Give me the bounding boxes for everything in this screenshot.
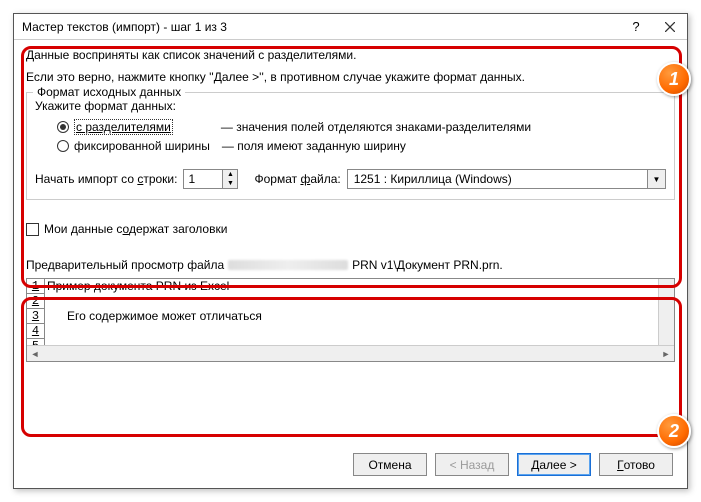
file-format-label: Формат файла: — [254, 172, 340, 186]
radio-fixed-label: фиксированной ширины — [74, 139, 210, 153]
close-button[interactable] — [653, 14, 687, 40]
info-line-2: Если это верно, нажмите кнопку ''Далее >… — [26, 70, 675, 84]
format-prompt: Укажите формат данных: — [35, 99, 666, 113]
window-title: Мастер текстов (импорт) - шаг 1 из 3 — [22, 20, 619, 34]
info-line-1: Данные восприняты как список значений с … — [26, 48, 675, 62]
headers-label: Мои данные содержат заголовки — [44, 222, 227, 236]
preview-label: Предварительный просмотр файла PRN v1\До… — [26, 258, 675, 272]
vertical-scrollbar[interactable] — [658, 279, 674, 345]
radio-fixed-desc: — поля имеют заданную ширину — [222, 139, 406, 153]
source-format-group: Формат исходных данных Укажите формат да… — [26, 92, 675, 200]
radio-delimited-label: с разделителями — [76, 120, 171, 134]
start-row-spinner[interactable]: ▲▼ — [183, 169, 238, 189]
preview-text: Пример документа PRN из Excel Его содерж… — [45, 279, 262, 345]
horizontal-scrollbar[interactable]: ◄► — [27, 345, 674, 361]
file-format-value: 1251 : Кириллица (Windows) — [348, 172, 647, 186]
preview-line-numbers: 12345 — [27, 279, 45, 345]
group-title: Формат исходных данных — [33, 85, 185, 99]
preview-box: 12345 Пример документа PRN из Excel Его … — [26, 278, 675, 362]
next-button[interactable]: Далее > — [517, 453, 591, 476]
annotation-badge-1: 1 — [657, 62, 691, 96]
cancel-button[interactable]: Отмена — [353, 453, 427, 476]
file-format-combo[interactable]: 1251 : Кириллица (Windows) ▼ — [347, 169, 666, 189]
chevron-down-icon: ▼ — [647, 170, 665, 188]
radio-delimited-desc: — значения полей отделяются знаками-разд… — [221, 120, 531, 134]
blurred-path — [228, 260, 348, 270]
start-row-label: Начать импорт со строки: — [35, 172, 177, 186]
close-icon — [665, 22, 675, 32]
help-button[interactable]: ? — [619, 14, 653, 40]
radio-icon — [57, 140, 69, 152]
checkbox-icon — [26, 223, 39, 236]
spin-up[interactable]: ▲ — [223, 170, 237, 179]
radio-fixed-width[interactable]: фиксированной ширины — поля имеют заданн… — [57, 136, 666, 155]
titlebar: Мастер текстов (импорт) - шаг 1 из 3 ? — [14, 14, 687, 40]
back-button: < Назад — [435, 453, 509, 476]
finish-button[interactable]: Готово — [599, 453, 673, 476]
start-row-input[interactable] — [184, 170, 222, 188]
annotation-badge-2: 2 — [657, 414, 691, 448]
radio-delimited[interactable]: с разделителями — значения полей отделяю… — [57, 117, 666, 136]
headers-checkbox[interactable]: Мои данные содержат заголовки — [26, 222, 675, 236]
spin-down[interactable]: ▼ — [223, 179, 237, 188]
radio-icon — [57, 121, 69, 133]
